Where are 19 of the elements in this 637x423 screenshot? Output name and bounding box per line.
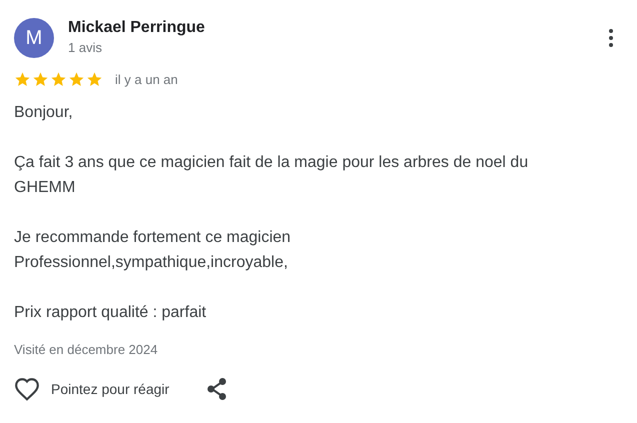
star-icon [50, 71, 67, 88]
star-icon [68, 71, 85, 88]
review-paragraph: Bonjour, [14, 103, 74, 123]
author-name[interactable]: Mickael Perringue [68, 18, 589, 38]
heart-icon [14, 377, 40, 401]
share-button[interactable] [207, 378, 228, 400]
review-count: 1 avis [68, 39, 103, 57]
review-paragraph: Ça fait 3 ans que ce magicien fait de la magie pour les arbres de noel du GHEMM [14, 153, 530, 198]
avatar[interactable]: M [14, 18, 54, 58]
star-icon [32, 71, 49, 88]
review-paragraph: Je recommande fortement ce magicien Professionnel,sympathique,incroyable, [14, 228, 292, 273]
star-icon [86, 71, 103, 88]
visit-date: Visité en décembre 2024 [14, 342, 159, 357]
review-time: il y a un an [115, 72, 178, 87]
star-icon [14, 71, 31, 88]
react-button[interactable]: Pointez pour réagir [14, 377, 170, 401]
share-icon [207, 378, 228, 400]
more-icon [609, 29, 613, 47]
review-paragraph: Prix rapport qualité : parfait [14, 303, 208, 323]
